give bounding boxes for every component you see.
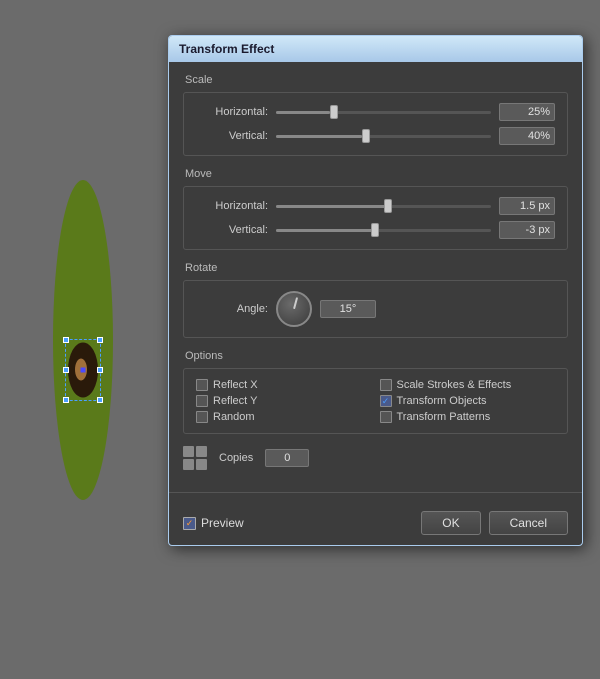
scale-vertical-label: Vertical: (196, 130, 268, 142)
anchor-point-tr (97, 337, 103, 343)
transform-patterns-label: Transform Patterns (397, 411, 491, 423)
transform-effect-dialog: Transform Effect Scale Horizontal: Verti… (168, 35, 583, 546)
angle-dial[interactable] (276, 291, 312, 327)
anchor-point-mr (97, 367, 103, 373)
grid-cell-4 (196, 459, 207, 470)
options-label: Options (183, 350, 568, 362)
scale-horizontal-row: Horizontal: (196, 103, 555, 121)
random-label: Random (213, 411, 255, 423)
scale-section: Scale Horizontal: Vertical: (183, 74, 568, 156)
scale-vertical-input[interactable] (499, 127, 555, 145)
angle-label: Angle: (196, 303, 268, 315)
move-horizontal-slider[interactable] (276, 205, 491, 208)
anchor-point-br (97, 397, 103, 403)
reflect-y-label: Reflect Y (213, 395, 257, 407)
reflect-y-checkbox[interactable] (196, 395, 208, 407)
scale-label: Scale (183, 74, 568, 86)
preview-checkbox[interactable]: ✓ (183, 517, 196, 530)
reflect-y-row[interactable]: Reflect Y (196, 395, 372, 407)
scale-vertical-row: Vertical: (196, 127, 555, 145)
grid-cell-2 (196, 446, 207, 457)
leaf-shape (53, 180, 113, 500)
scale-border: Horizontal: Vertical: (183, 92, 568, 156)
bottom-bar: ✓ Preview OK Cancel (169, 503, 582, 545)
angle-needle (293, 297, 298, 309)
scale-strokes-row[interactable]: Scale Strokes & Effects (380, 379, 556, 391)
dialog-titlebar: Transform Effect (169, 36, 582, 62)
move-section: Move Horizontal: Vertical: (183, 168, 568, 250)
transform-patterns-row[interactable]: Transform Patterns (380, 411, 556, 423)
divider (169, 492, 582, 493)
move-horizontal-label: Horizontal: (196, 200, 268, 212)
move-horizontal-input[interactable] (499, 197, 555, 215)
scale-horizontal-fill (276, 111, 330, 114)
scale-strokes-checkbox[interactable] (380, 379, 392, 391)
options-grid: Reflect X Scale Strokes & Effects Reflec… (196, 379, 555, 423)
move-vertical-slider[interactable] (276, 229, 491, 232)
copies-input[interactable] (265, 449, 309, 467)
reflect-x-label: Reflect X (213, 379, 258, 391)
anchor-point-bl (63, 397, 69, 403)
center-point (80, 367, 85, 372)
selection-box (65, 339, 101, 401)
scale-vertical-fill (276, 135, 362, 138)
rotate-section: Rotate Angle: (183, 262, 568, 338)
rotate-row: Angle: (196, 291, 555, 327)
move-vertical-input[interactable] (499, 221, 555, 239)
move-vertical-row: Vertical: (196, 221, 555, 239)
options-section: Options Reflect X Scale Strokes & Effect… (183, 350, 568, 434)
scale-horizontal-slider[interactable] (276, 111, 491, 114)
angle-input[interactable] (320, 300, 376, 318)
scale-vertical-thumb[interactable] (362, 129, 370, 143)
copies-area: Copies (183, 446, 568, 470)
transform-objects-row[interactable]: ✓ Transform Objects (380, 395, 556, 407)
cancel-button[interactable]: Cancel (489, 511, 568, 535)
transform-patterns-checkbox[interactable] (380, 411, 392, 423)
move-horizontal-thumb[interactable] (384, 199, 392, 213)
transform-objects-label: Transform Objects (397, 395, 487, 407)
move-label: Move (183, 168, 568, 180)
ok-button[interactable]: OK (421, 511, 480, 535)
grid-cell-3 (183, 459, 194, 470)
random-checkbox[interactable] (196, 411, 208, 423)
rotate-border: Angle: (183, 280, 568, 338)
move-horizontal-fill (276, 205, 388, 208)
move-vertical-thumb[interactable] (371, 223, 379, 237)
reflect-x-checkbox[interactable] (196, 379, 208, 391)
copies-label: Copies (219, 452, 253, 464)
reflect-x-row[interactable]: Reflect X (196, 379, 372, 391)
scale-vertical-slider[interactable] (276, 135, 491, 138)
preview-label: Preview (201, 516, 244, 530)
rotate-label: Rotate (183, 262, 568, 274)
scale-horizontal-label: Horizontal: (196, 106, 268, 118)
random-row[interactable]: Random (196, 411, 372, 423)
preview-row[interactable]: ✓ Preview (183, 516, 413, 530)
dialog-title: Transform Effect (179, 42, 274, 56)
anchor-point-tl (63, 337, 69, 343)
scale-horizontal-input[interactable] (499, 103, 555, 121)
dialog-body: Scale Horizontal: Vertical: (169, 62, 582, 482)
grid-cell-1 (183, 446, 194, 457)
move-horizontal-row: Horizontal: (196, 197, 555, 215)
transform-objects-checkbox[interactable]: ✓ (380, 395, 392, 407)
options-border: Reflect X Scale Strokes & Effects Reflec… (183, 368, 568, 434)
move-border: Horizontal: Vertical: (183, 186, 568, 250)
canvas-area (0, 0, 165, 679)
move-vertical-label: Vertical: (196, 224, 268, 236)
anchor-point-ml (63, 367, 69, 373)
grid-icon (183, 446, 207, 470)
move-vertical-fill (276, 229, 373, 232)
scale-horizontal-thumb[interactable] (330, 105, 338, 119)
scale-strokes-label: Scale Strokes & Effects (397, 379, 512, 391)
